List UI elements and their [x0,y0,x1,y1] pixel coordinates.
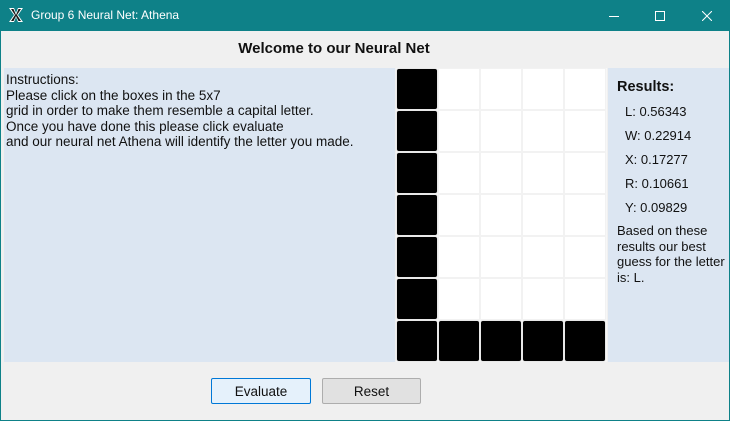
best-guess-text: Based on these results our best guess fo… [617,223,725,285]
result-item: W: 0.22914 [625,128,692,143]
results-title: Results: [617,79,675,95]
window-body: Welcome to our Neural Net Instructions: … [0,31,730,421]
grid-cell[interactable] [564,236,606,278]
grid-cell[interactable] [438,68,480,110]
grid-cell[interactable] [396,236,438,278]
maximize-icon [655,10,665,21]
grid-cell[interactable] [438,152,480,194]
minimize-button[interactable] [591,0,637,31]
grid-cell[interactable] [522,152,564,194]
close-icon [702,10,712,21]
grid-cell[interactable] [396,194,438,236]
minimize-icon [609,15,619,17]
evaluate-button[interactable]: Evaluate [211,378,311,404]
instructions-line: Instructions: [6,72,79,87]
grid-cell[interactable] [438,278,480,320]
grid-cell[interactable] [396,320,438,362]
grid-cell[interactable] [480,68,522,110]
letter-grid [396,68,607,362]
grid-cell[interactable] [522,110,564,152]
grid-cell[interactable] [564,320,606,362]
window-title: Group 6 Neural Net: Athena [31,8,180,22]
grid-cell[interactable] [564,110,606,152]
grid-cell[interactable] [438,320,480,362]
result-item: R: 0.10661 [625,176,689,191]
grid-cell[interactable] [438,236,480,278]
instructions-line: grid in order to make them resemble a ca… [6,103,314,118]
grid-cell[interactable] [396,152,438,194]
grid-cell[interactable] [480,278,522,320]
maximize-button[interactable] [637,0,683,31]
grid-cell[interactable] [522,278,564,320]
grid-cell[interactable] [480,236,522,278]
instructions-line: Once you have done this please click eva… [6,118,284,134]
grid-cell[interactable] [564,194,606,236]
result-item: X: 0.17277 [625,152,688,167]
grid-cell[interactable] [438,194,480,236]
grid-cell[interactable] [522,320,564,362]
result-item: L: 0.56343 [625,104,687,119]
grid-cell[interactable] [438,110,480,152]
grid-cell[interactable] [564,68,606,110]
grid-cell[interactable] [396,68,438,110]
result-item: Y: 0.09829 [625,200,688,215]
grid-cell[interactable] [396,110,438,152]
page-heading: Welcome to our Neural Net [238,40,430,57]
grid-cell[interactable] [564,152,606,194]
grid-cell[interactable] [480,152,522,194]
grid-cell[interactable] [480,110,522,152]
reset-button[interactable]: Reset [322,378,421,404]
instructions-text: Instructions: Please click on the boxes … [6,72,353,150]
grid-cell[interactable] [396,278,438,320]
grid-cell[interactable] [522,194,564,236]
grid-cell[interactable] [522,236,564,278]
results-panel: Results: L: 0.56343 W: 0.22914 X: 0.1727… [608,68,729,362]
grid-cell[interactable] [522,68,564,110]
grid-cell[interactable] [480,320,522,362]
close-button[interactable] [684,0,730,31]
grid-cell[interactable] [564,278,606,320]
instructions-line: and our neural net Athena will identify … [6,134,354,149]
instructions-line: Please click on the boxes in the 5x7 [6,87,221,103]
instructions-panel: Instructions: Please click on the boxes … [4,68,395,362]
grid-cell[interactable] [480,194,522,236]
app-icon [9,8,23,22]
title-bar[interactable]: Group 6 Neural Net: Athena [0,0,730,31]
